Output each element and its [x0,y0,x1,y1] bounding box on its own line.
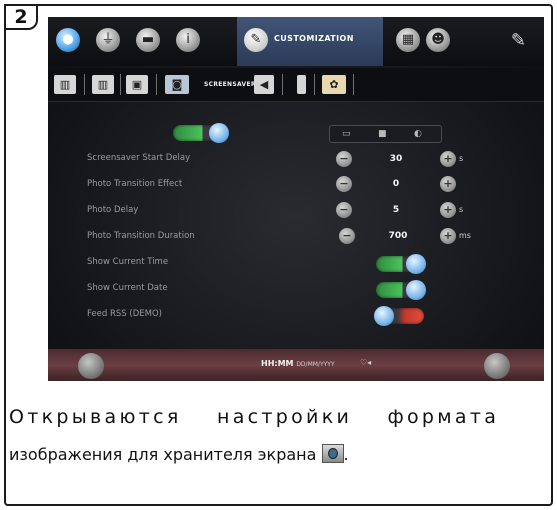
bed-icon[interactable]: ▬ [136,28,160,52]
row-label-start-delay: Screensaver Start Delay [87,153,191,163]
row-label-feed-rss: Feed RSS (DEMO) [87,309,162,319]
picture-icon[interactable]: ▣ [126,75,148,94]
transition-effect-value: 0 [392,179,400,189]
transition-duration-unit: ms [459,231,471,240]
row-label-show-time: Show Current Time [87,257,169,267]
row-label-transition-effect: Photo Transition Effect [87,179,183,189]
caption-text: изображения для хранителя экрана [9,445,317,464]
tab-customization[interactable]: ✎ CUSTOMIZATION [237,17,383,66]
back-button-icon[interactable] [484,353,510,379]
toggle-knob [374,306,394,326]
screensaver-icon[interactable]: ◙ [165,75,189,94]
show-date-toggle[interactable] [376,280,426,300]
increase-button[interactable]: + [440,228,456,244]
start-delay-unit: s [459,154,464,163]
palette-icon[interactable]: ✿ [322,75,346,94]
photo-delay-value: 5 [392,205,400,215]
toggle-knob [406,280,426,300]
subtab-divider [156,74,157,95]
row-label-show-date: Show Current Date [87,283,168,293]
screensaver-mode-selector: ▭ ■ ◐ [329,125,442,143]
tab-customization-label: CUSTOMIZATION [274,34,354,43]
pencil-icon: ✎ [244,28,268,52]
subtab-divider [353,74,354,95]
mode-video-button[interactable]: ■ [378,129,387,139]
caption-text-line-1: Открываются настройки формата [9,406,500,428]
mode-clock-button[interactable]: ◐ [414,129,422,139]
info-icon[interactable]: i [176,28,200,52]
book-flag-icon[interactable]: ▥ [92,75,114,94]
start-delay-value: 30 [389,154,403,164]
subtab-divider [120,74,121,95]
speaker-icon[interactable]: ◀ [254,75,274,94]
decrease-button[interactable]: − [336,202,352,218]
subtab-divider [84,74,85,95]
device-screen: ● ⏚ ▬ i ✎ CUSTOMIZATION ▦ ☻ ✎ ▥ ▥ ▣ ◙ SC… [48,17,544,381]
water-drop-icon[interactable]: ● [56,28,80,52]
increase-button[interactable]: + [440,202,456,218]
feed-rss-toggle[interactable] [374,306,424,326]
caption-period: . [343,445,349,464]
transition-duration-value: 700 [388,231,408,241]
date-format-label: DD/MM/YYYY [296,361,335,368]
screensaver-enable-toggle[interactable] [173,123,229,143]
toggle-knob [209,123,229,143]
top-category-bar: ● ⏚ ▬ i ✎ CUSTOMIZATION ▦ ☻ ✎ [48,17,544,66]
photo-delay-unit: s [459,205,464,214]
time-format-label: HH:MM [261,359,294,368]
usb-icon[interactable] [297,75,306,94]
calendar-icon[interactable]: ▦ [396,28,420,52]
user-icon[interactable]: ☻ [426,28,450,52]
screensaver-icon [321,444,344,463]
increase-button[interactable]: + [440,176,456,192]
step-number-badge: 2 [4,4,38,30]
subtab-divider [282,74,283,95]
tab-screensaver-label: SCREENSAVER [204,81,256,88]
row-label-transition-duration: Photo Transition Duration [87,231,195,241]
decrease-button[interactable]: − [339,228,355,244]
status-icons: ♡◂ [360,358,372,367]
time-format-display: HH:MM DD/MM/YYYY [261,359,335,368]
book-icon[interactable]: ▥ [54,75,76,94]
toggle-knob [406,254,426,274]
wrench-icon[interactable]: ✎ [511,30,526,51]
row-label-photo-delay: Photo Delay [87,205,139,215]
thermometer-icon[interactable]: ⏚ [96,28,120,52]
caption-text-line-2: изображения для хранителя экрана . [9,444,349,464]
decrease-button[interactable]: − [336,176,352,192]
home-button-icon[interactable] [78,353,104,379]
increase-button[interactable]: + [440,151,456,167]
customization-subtabs: ▥ ▥ ▣ ◙ SCREENSAVER ◀ ✿ [48,68,544,102]
bottom-status-bar: HH:MM DD/MM/YYYY ♡◂ [48,349,544,381]
decrease-button[interactable]: − [336,151,352,167]
mode-picture-button[interactable]: ▭ [342,129,351,139]
show-time-toggle[interactable] [376,254,426,274]
subtab-divider [314,74,315,95]
